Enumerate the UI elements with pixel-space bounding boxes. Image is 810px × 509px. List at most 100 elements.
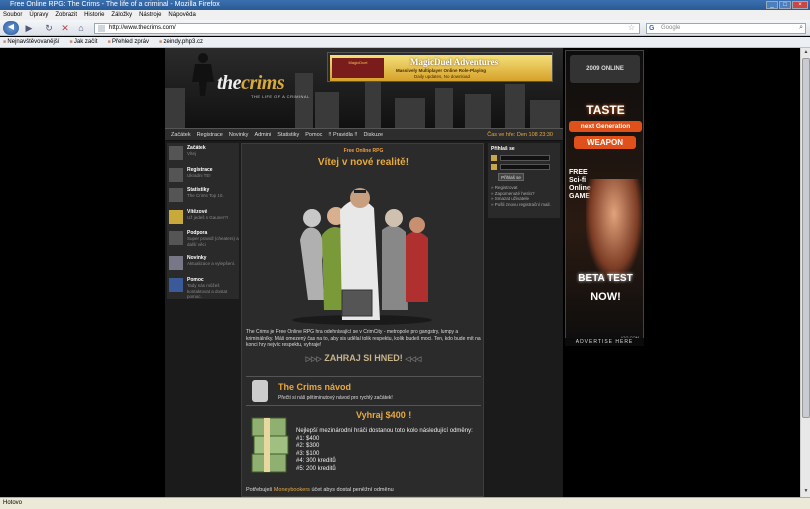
- menu-zalozky[interactable]: Záložky: [111, 10, 132, 20]
- address-url: http://www.thecrims.com/: [109, 25, 176, 31]
- nav-zacatek[interactable]: Začátek: [171, 129, 191, 141]
- password-field[interactable]: [500, 164, 550, 170]
- help-icon: [169, 278, 183, 292]
- maximize-button[interactable]: □: [779, 1, 791, 9]
- navigation-toolbar: ◀ ▶ ↻ ✕ ⌂ http://www.thecrims.com/ ☆ G G…: [0, 20, 810, 36]
- guide-section[interactable]: The Crims návod Přečti si náš pětiminuto…: [246, 376, 481, 406]
- banner-title: MagicDuel Adventures: [410, 57, 499, 67]
- prize-line: Nejlepší mezinárodní hráči dostanou toto…: [296, 428, 473, 434]
- side-ad-banner[interactable]: 2009 ONLINE TASTE next Generation WEAPON…: [565, 50, 644, 346]
- bookmark-star-icon[interactable]: ☆: [628, 23, 635, 32]
- left-menu-item[interactable]: Pomoc Tady nás můžeš kontaktovat a dosta…: [169, 277, 237, 299]
- window-controls: _ □ ×: [766, 1, 808, 9]
- money-stack-icon: [251, 417, 289, 473]
- intro-text: The Crims je Free Online RPG hra odehráv…: [246, 329, 481, 348]
- web-page: thecrims THE LIFE OF A CRIMINAL MagicDue…: [0, 48, 800, 497]
- nav-admini[interactable]: Admini: [254, 129, 271, 141]
- advertise-here-link[interactable]: ADVERTISE HERE: [565, 338, 644, 346]
- window-title: Free Online RPG: The Crims - The life of…: [10, 1, 220, 8]
- login-links: » Registrovat » Zapomenuté heslo? » Smaz…: [491, 185, 557, 207]
- menu-zobrazit[interactable]: Zobrazit: [55, 10, 77, 20]
- left-menu-desc: Už jedeš s Gauner?!: [187, 215, 229, 220]
- subtitle: Free Online RPG: [343, 148, 384, 154]
- prize-line: #4: 300 kreditů: [296, 458, 336, 464]
- address-bar[interactable]: http://www.thecrims.com/ ☆: [94, 23, 640, 34]
- banner-line2: Daily updates, No download: [414, 74, 471, 79]
- stop-icon[interactable]: ✕: [58, 22, 72, 34]
- prize-line: #1: $400: [296, 435, 320, 442]
- site-logo[interactable]: thecrims: [217, 72, 285, 95]
- nav-pomoc[interactable]: Pomoc: [305, 129, 322, 141]
- money-note-b: účet abys dostal peněžní odměnu: [311, 487, 394, 493]
- left-menu-desc: The Crims Top 10.: [187, 193, 224, 198]
- search-icon[interactable]: ⌕: [799, 23, 803, 32]
- google-icon[interactable]: G: [649, 24, 654, 33]
- login-button[interactable]: Přihlaš se: [498, 173, 524, 181]
- bookmark-item[interactable]: zeindy.php3.cz: [159, 37, 203, 47]
- banner-line1: Massively Multiplayer Online Role-Playin…: [396, 68, 487, 73]
- username-field[interactable]: [500, 155, 550, 161]
- guide-title[interactable]: The Crims návod: [278, 382, 351, 392]
- menu-soubor[interactable]: Soubor: [3, 10, 22, 20]
- search-input[interactable]: G Google ⌕: [646, 23, 806, 34]
- vertical-scrollbar[interactable]: ▲ ▼: [800, 48, 810, 497]
- left-menu-item[interactable]: Novinky Aktualizace a vylepšení.: [169, 255, 237, 275]
- forward-button[interactable]: ▶: [22, 22, 36, 34]
- criminal-silhouette-icon: [192, 53, 214, 96]
- bookmark-item[interactable]: Nejnavštěvovanější: [3, 37, 59, 47]
- ad-now: NOW!: [590, 291, 621, 303]
- minimize-button[interactable]: _: [766, 1, 778, 9]
- login-panel: Přihlaš se Přihlaš se » Registrovat » Za…: [488, 143, 560, 218]
- left-menu-item[interactable]: Registrace Ukradni TE!: [169, 167, 237, 187]
- menu-nastroje[interactable]: Nástroje: [139, 10, 161, 20]
- stats-icon: [169, 188, 183, 202]
- scroll-icon: [252, 380, 268, 402]
- news-icon: [169, 256, 183, 270]
- search-placeholder: Google: [661, 25, 681, 31]
- left-menu-item[interactable]: Podpora Super pravidl (cheaters) a další…: [169, 230, 239, 250]
- money-note-a: Potřebuješ: [246, 487, 273, 493]
- menu-historie[interactable]: Historie: [84, 10, 104, 20]
- bookmarks-toolbar: Nejnavštěvovanější Jak začít Přehled zpr…: [0, 37, 810, 48]
- prize-section: Vyhraj $400 ! Nejlepší mezinárodní hráči…: [246, 408, 481, 497]
- skyline-building: [505, 84, 525, 128]
- skyline-building: [435, 88, 453, 128]
- menu-upravy[interactable]: Úpravy: [29, 10, 48, 20]
- skyline-building: [295, 73, 313, 128]
- close-button[interactable]: ×: [792, 1, 808, 9]
- scrollbar-thumb[interactable]: [802, 58, 810, 418]
- scroll-down-icon[interactable]: ▼: [802, 488, 810, 496]
- top-ad-banner[interactable]: MagicDuel MagicDuel Adventures Massively…: [327, 52, 553, 82]
- moneybookers-link[interactable]: Moneybookers: [274, 487, 310, 493]
- menu-napoveda[interactable]: Nápověda: [168, 10, 195, 20]
- register-icon: [169, 168, 183, 182]
- left-menu-item[interactable]: Začátek Vítej: [169, 145, 237, 165]
- start-icon: [169, 146, 183, 160]
- nav-registrace[interactable]: Registrace: [197, 129, 223, 141]
- play-now-button[interactable]: ▷▷▷ ZAHRAJ SI HNED! ◁◁◁: [242, 353, 485, 363]
- nav-pravidla[interactable]: !! Pravidla !!: [328, 129, 357, 141]
- reload-icon[interactable]: ↻: [42, 22, 56, 34]
- nav-diskuze[interactable]: Diskuze: [363, 129, 383, 141]
- site-header: thecrims THE LIFE OF A CRIMINAL MagicDue…: [165, 48, 563, 128]
- window-title-bar: Free Online RPG: The Crims - The life of…: [0, 0, 810, 10]
- nav-statistiky[interactable]: Statistiky: [277, 129, 299, 141]
- nav-novinky[interactable]: Novinky: [229, 129, 249, 141]
- home-icon[interactable]: ⌂: [74, 22, 88, 34]
- guide-desc: Přečti si náš pětiminutový návod pro ryc…: [278, 395, 393, 401]
- menu-bar: Soubor Úpravy Zobrazit Historie Záložky …: [0, 10, 810, 20]
- prize-title: Vyhraj $400 !: [356, 410, 412, 420]
- arrows-left: ▷▷▷: [305, 356, 322, 363]
- resend-mail-link[interactable]: » Pošli znovu registrační mail.: [491, 202, 557, 208]
- skyline-building: [465, 94, 491, 128]
- left-menu: Začátek Vítej Registrace Ukradni TE! Sta…: [167, 143, 239, 299]
- back-button[interactable]: ◀: [3, 21, 19, 35]
- bookmark-item[interactable]: Přehled zpráv: [108, 37, 149, 47]
- left-menu-item[interactable]: Vítězové Už jedeš s Gauner?!: [169, 209, 237, 229]
- left-menu-item[interactable]: Statistiky The Crims Top 10.: [169, 187, 237, 207]
- prize-line: #5: 200 kreditů: [296, 465, 336, 472]
- scroll-up-icon[interactable]: ▲: [802, 49, 810, 57]
- bookmark-item[interactable]: Jak začít: [69, 37, 98, 47]
- login-title: Přihlaš se: [491, 146, 515, 152]
- arrows-right: ◁◁◁: [405, 356, 422, 363]
